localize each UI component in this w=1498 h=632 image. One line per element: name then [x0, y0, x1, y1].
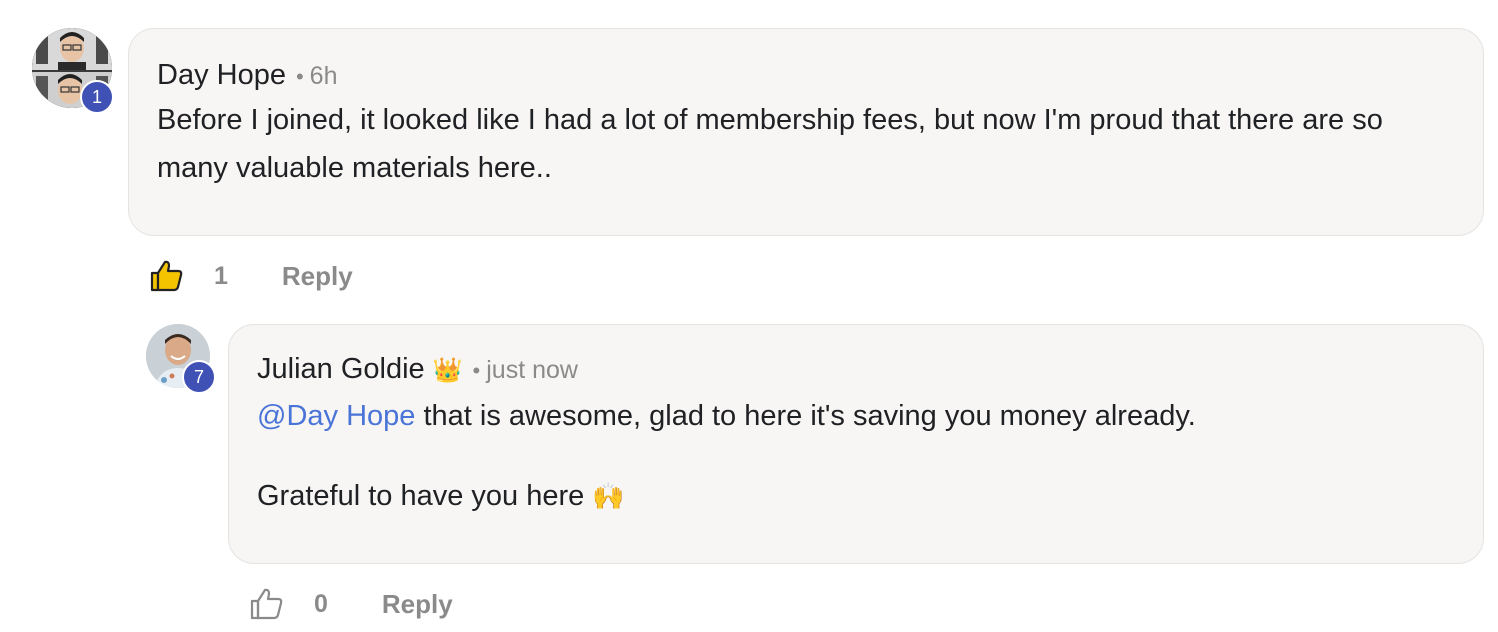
crown-icon: 👑 — [432, 357, 463, 384]
comment-1-actions: 1 Reply — [148, 256, 353, 296]
like-button[interactable] — [248, 586, 284, 622]
comment-2-bubble: Julian Goldie 👑 • just now @Day Hope tha… — [228, 324, 1484, 564]
author-name[interactable]: Day Hope — [157, 59, 286, 92]
level-badge: 1 — [80, 80, 114, 114]
comment-2-avatar-container[interactable]: 7 — [146, 324, 218, 396]
separator-dot: • — [472, 358, 481, 383]
comment-body-text: Grateful to have you here — [257, 480, 585, 512]
timestamp[interactable]: 6h — [310, 62, 338, 91]
mention-link[interactable]: @Day Hope — [257, 400, 415, 432]
raising-hands-icon: 🙌 — [592, 481, 625, 511]
comment-2-actions: 0 Reply — [248, 584, 453, 624]
comment-header: Day Hope • 6h — [157, 59, 1455, 92]
author-name[interactable]: Julian Goldie — [257, 353, 425, 386]
comment-body-text: that is awesome, glad to here it's savin… — [415, 400, 1196, 432]
timestamp[interactable]: just now — [486, 356, 578, 385]
comment-body-line-1: @Day Hope that is awesome, glad to here … — [257, 392, 1455, 440]
like-count: 0 — [314, 589, 328, 618]
comment-body-line-2: Grateful to have you here 🙌 — [257, 472, 1455, 520]
comment-body: Before I joined, it looked like I had a … — [157, 104, 1383, 184]
comment-1-avatar-container[interactable]: 1 — [32, 28, 122, 118]
reply-button[interactable]: Reply — [382, 589, 453, 620]
level-badge: 7 — [182, 360, 216, 394]
like-button[interactable] — [148, 258, 184, 294]
separator-dot: • — [295, 64, 304, 89]
thumbs-up-icon — [250, 588, 283, 620]
thumbs-up-icon — [150, 260, 183, 292]
comment-1-bubble: Day Hope • 6h Before I joined, it looked… — [128, 28, 1484, 236]
comment-thread: 1 Day Hope • 6h Before I joined, it look… — [0, 0, 1498, 632]
reply-button[interactable]: Reply — [282, 261, 353, 292]
like-count: 1 — [214, 261, 228, 290]
comment-header: Julian Goldie 👑 • just now — [257, 353, 1455, 386]
